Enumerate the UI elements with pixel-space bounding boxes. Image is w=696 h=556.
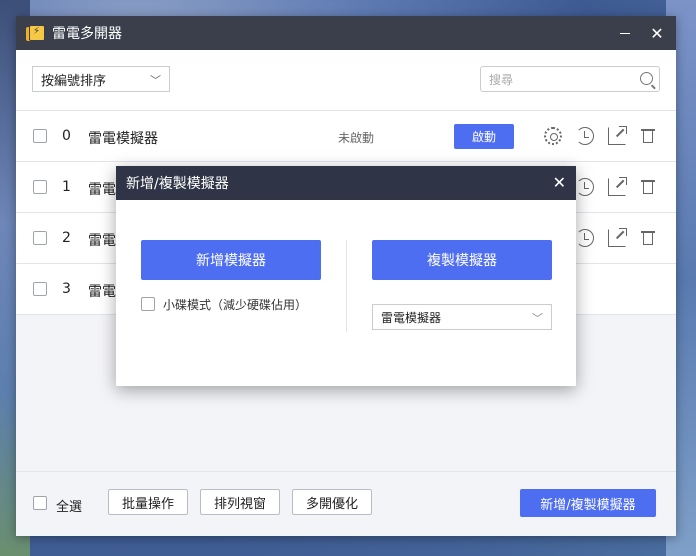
app-logo-icon: ⚡	[26, 25, 45, 41]
batch-operation-button[interactable]: 批量操作	[108, 489, 188, 515]
row-index: 0	[62, 128, 71, 144]
new-emulator-button[interactable]: 新增模擬器	[141, 240, 321, 280]
add-copy-dialog: 新增/複製模擬器 ✕ 新增模擬器 複製模擬器 小碟模式（減少硬碟佔用） 雷電模擬…	[116, 166, 576, 386]
minimize-icon	[620, 32, 630, 34]
history-icon[interactable]	[576, 229, 594, 247]
copy-emulator-button[interactable]: 複製模擬器	[372, 240, 552, 280]
title-bar: ⚡ 雷電多開器 ✕	[16, 16, 676, 50]
row-checkbox[interactable]	[33, 282, 47, 296]
row-checkbox[interactable]	[33, 231, 47, 245]
row-name: 雷電	[88, 284, 116, 300]
row-status: 未啟動	[338, 131, 375, 145]
window-title: 雷電多開器	[52, 26, 122, 42]
row-index: 2	[62, 230, 71, 246]
close-button[interactable]: ✕	[642, 16, 672, 50]
minimize-button[interactable]	[610, 16, 640, 50]
trash-icon[interactable]	[640, 229, 658, 247]
dialog-close-icon[interactable]: ✕	[553, 173, 566, 192]
copy-source-value: 雷電模擬器	[381, 310, 442, 325]
sort-dropdown-value: 按編號排序	[41, 73, 107, 89]
footer-bar: 全選 批量操作 排列視窗 多開優化 新增/複製模擬器	[16, 471, 676, 536]
row-index: 3	[62, 281, 71, 297]
close-icon: ✕	[650, 23, 664, 43]
row-name: 雷電	[88, 233, 116, 249]
select-all-label: 全選	[56, 500, 83, 515]
dialog-divider	[346, 240, 347, 332]
search-icon[interactable]	[640, 72, 653, 85]
row-index: 1	[62, 179, 71, 195]
arrange-windows-button[interactable]: 排列視窗	[200, 489, 280, 515]
chevron-down-icon: ﹀	[150, 74, 161, 87]
toolbar: 按編號排序 ﹀ 搜尋	[16, 50, 676, 111]
copy-source-dropdown[interactable]: 雷電模擬器 ﹀	[372, 304, 552, 330]
small-disk-label: 小碟模式（減少硬碟佔用）	[163, 298, 308, 312]
row-name: 雷電模擬器	[88, 131, 158, 147]
row-checkbox[interactable]	[33, 129, 47, 143]
trash-icon[interactable]	[640, 178, 658, 196]
sort-dropdown[interactable]: 按編號排序 ﹀	[32, 66, 170, 92]
multi-instance-optimize-button[interactable]: 多開優化	[292, 489, 372, 515]
dialog-header: 新增/複製模擬器 ✕	[116, 166, 576, 200]
row-name: 雷電	[88, 182, 116, 198]
history-icon[interactable]	[576, 127, 594, 145]
chevron-down-icon: ﹀	[532, 312, 543, 325]
gear-icon[interactable]	[544, 127, 562, 145]
dialog-title: 新增/複製模擬器	[126, 176, 229, 192]
list-item: 0 雷電模擬器 未啟動 啟動	[16, 111, 676, 162]
row-checkbox[interactable]	[33, 180, 47, 194]
external-link-icon[interactable]	[608, 126, 627, 145]
external-link-icon[interactable]	[608, 228, 627, 247]
select-all-checkbox[interactable]	[33, 496, 47, 510]
trash-icon[interactable]	[640, 127, 658, 145]
history-icon[interactable]	[576, 178, 594, 196]
small-disk-checkbox[interactable]	[141, 297, 155, 311]
search-input[interactable]: 搜尋	[480, 66, 660, 92]
external-link-icon[interactable]	[608, 177, 627, 196]
start-button[interactable]: 啟動	[454, 124, 514, 149]
add-copy-emulator-button[interactable]: 新增/複製模擬器	[520, 489, 656, 517]
search-placeholder: 搜尋	[489, 72, 514, 87]
